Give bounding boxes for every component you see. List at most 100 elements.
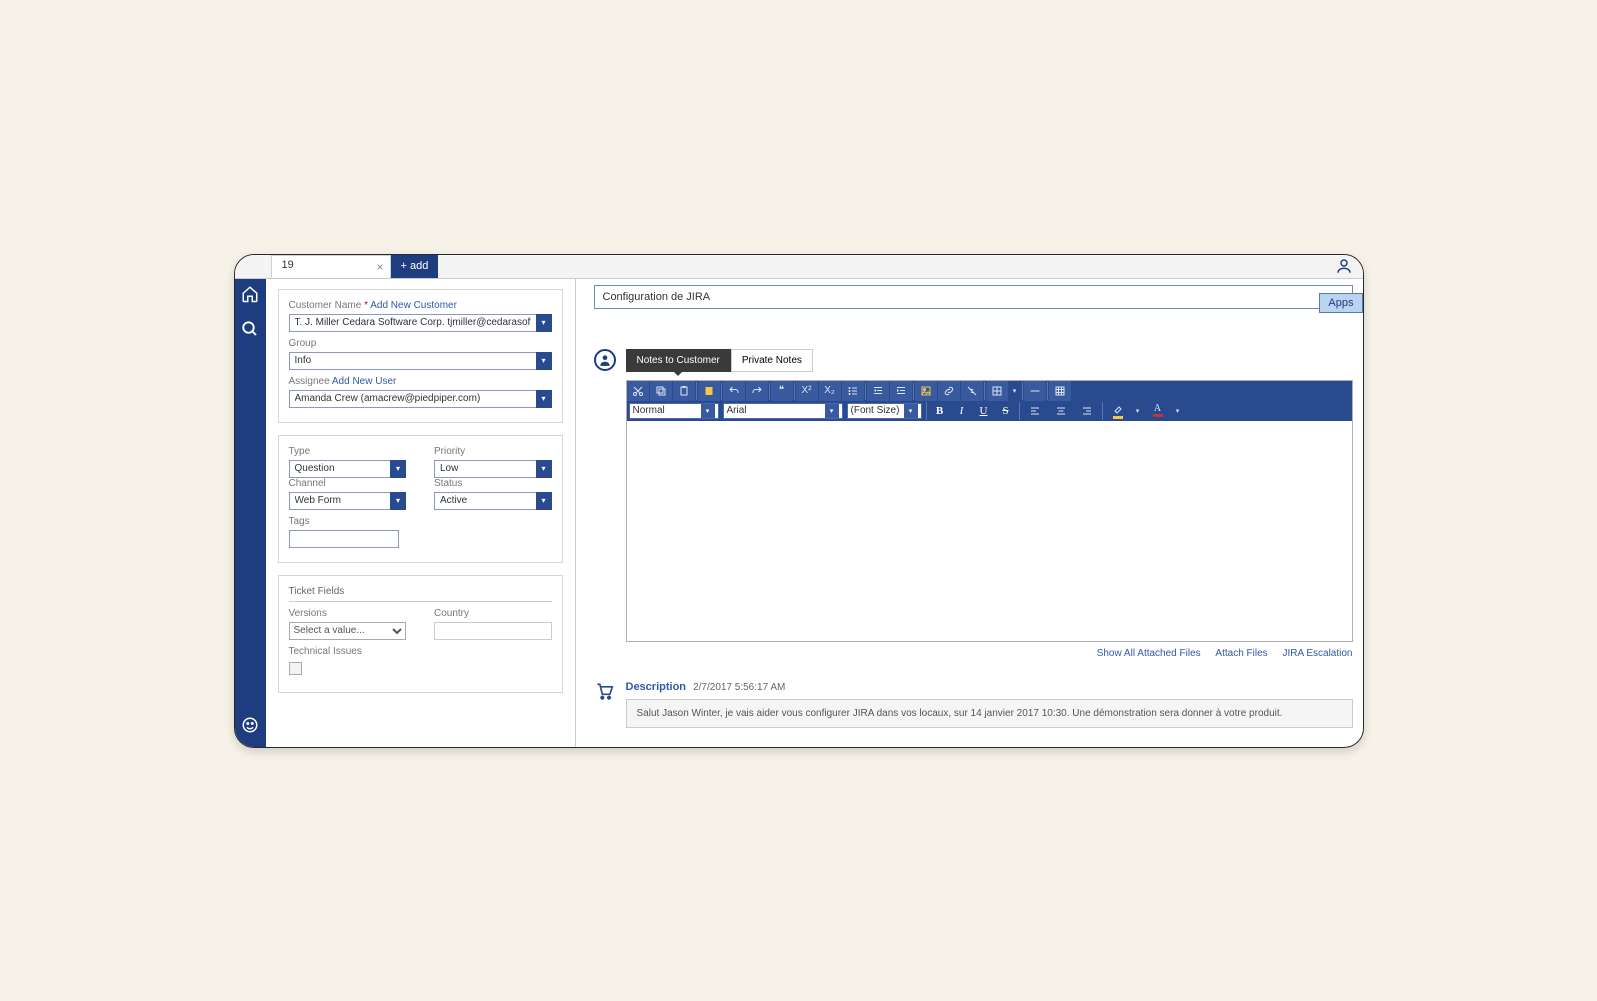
paste-word-icon[interactable]: [698, 381, 720, 401]
align-center-icon[interactable]: [1050, 401, 1072, 421]
chevron-down-icon[interactable]: ▾: [536, 352, 552, 370]
hr-icon[interactable]: [1024, 381, 1046, 401]
show-attached-files-link[interactable]: Show All Attached Files: [1097, 648, 1201, 659]
technical-issues-label: Technical Issues: [289, 646, 552, 657]
assignee-label: Assignee Add New User: [289, 376, 552, 387]
close-icon[interactable]: ×: [376, 260, 383, 274]
description-title: Description: [626, 681, 687, 693]
chevron-down-icon[interactable]: ▾: [536, 390, 552, 408]
font-family-select[interactable]: Arial ▾: [723, 403, 843, 419]
customer-name-label: Customer Name * Add New Customer: [289, 300, 552, 311]
align-left-icon[interactable]: [1024, 401, 1046, 421]
chevron-down-icon[interactable]: ▾: [536, 492, 552, 510]
ticket-details-panel: Customer Name * Add New Customer ▾ Group…: [266, 279, 576, 747]
country-label: Country: [434, 608, 552, 619]
italic-button[interactable]: I: [953, 402, 971, 420]
home-icon[interactable]: [241, 285, 259, 306]
quote-icon[interactable]: ❝: [771, 381, 793, 401]
underline-button[interactable]: U: [975, 402, 993, 420]
paste-icon[interactable]: [673, 381, 695, 401]
chevron-down-icon[interactable]: ▾: [390, 460, 406, 478]
rich-text-editor: ❝ X² X₂: [626, 380, 1353, 642]
versions-select[interactable]: Select a value...: [289, 622, 407, 640]
background-color-button[interactable]: [1107, 401, 1129, 421]
unlink-icon[interactable]: [961, 381, 983, 401]
search-icon[interactable]: [241, 320, 259, 341]
chevron-down-icon[interactable]: ▾: [536, 314, 552, 332]
superscript-icon[interactable]: X²: [796, 381, 818, 401]
country-input[interactable]: [434, 622, 552, 640]
channel-label: Channel: [289, 478, 407, 489]
group-input[interactable]: [289, 352, 552, 370]
tab-ticket-19[interactable]: 19 ×: [271, 255, 391, 278]
chevron-down-icon[interactable]: ▾: [1133, 401, 1143, 421]
bold-button[interactable]: B: [931, 402, 949, 420]
chevron-down-icon[interactable]: ▾: [1009, 381, 1021, 401]
ticket-content-panel: Apps Notes to Customer Private Notes: [576, 279, 1363, 747]
chevron-down-icon[interactable]: ▾: [390, 492, 406, 510]
font-size-select[interactable]: (Font Size) ▾: [847, 403, 922, 419]
attachment-links: Show All Attached Files Attach Files JIR…: [626, 648, 1353, 659]
customer-name-input[interactable]: [289, 314, 552, 332]
ticket-meta-section: Type ▾ Priority ▾: [278, 435, 563, 563]
priority-select[interactable]: [434, 460, 552, 478]
top-tab-bar: 19 × + add: [235, 255, 1363, 279]
editor-textarea[interactable]: [627, 421, 1352, 641]
user-menu-icon[interactable]: [1335, 257, 1353, 278]
status-select[interactable]: [434, 492, 552, 510]
add-tab-button[interactable]: + add: [391, 255, 439, 278]
redo-icon[interactable]: [746, 381, 768, 401]
jira-escalation-link[interactable]: JIRA Escalation: [1282, 648, 1352, 659]
tab-private-notes[interactable]: Private Notes: [731, 349, 813, 372]
status-label: Status: [434, 478, 552, 489]
tags-input[interactable]: [289, 530, 399, 548]
subject-input[interactable]: [594, 285, 1353, 309]
notes-tabs: Notes to Customer Private Notes: [626, 349, 1353, 372]
paragraph-format-select[interactable]: Normal ▾: [629, 403, 719, 419]
link-icon[interactable]: [938, 381, 960, 401]
avatar-icon: [594, 349, 616, 371]
attach-files-link[interactable]: Attach Files: [1215, 648, 1267, 659]
help-icon[interactable]: [241, 716, 259, 737]
table-icon[interactable]: [986, 381, 1008, 401]
assignee-input[interactable]: [289, 390, 552, 408]
add-new-user-link[interactable]: Add New User: [332, 376, 396, 387]
align-right-icon[interactable]: [1076, 401, 1098, 421]
undo-icon[interactable]: [723, 381, 745, 401]
toolbar-row-1: ❝ X² X₂: [627, 381, 1352, 401]
channel-select[interactable]: [289, 492, 407, 510]
chevron-down-icon[interactable]: ▾: [1173, 401, 1183, 421]
subscript-icon[interactable]: X₂: [819, 381, 841, 401]
strikethrough-button[interactable]: S: [997, 402, 1015, 420]
versions-label: Versions: [289, 608, 407, 619]
tab-notes-customer[interactable]: Notes to Customer: [626, 349, 731, 372]
priority-label: Priority: [434, 446, 552, 457]
add-new-customer-link[interactable]: Add New Customer: [370, 300, 457, 311]
indent-icon[interactable]: [890, 381, 912, 401]
chevron-down-icon[interactable]: ▾: [904, 404, 918, 418]
cart-icon: [594, 681, 626, 728]
customer-section: Customer Name * Add New Customer ▾ Group…: [278, 289, 563, 423]
description-timestamp: 2/7/2017 5:56:17 AM: [693, 682, 785, 693]
ticket-fields-section: Ticket Fields Versions Select a value...…: [278, 575, 563, 693]
copy-icon[interactable]: [650, 381, 672, 401]
cut-icon[interactable]: [627, 381, 649, 401]
text-color-button[interactable]: A: [1147, 401, 1169, 421]
type-select[interactable]: [289, 460, 407, 478]
fullscreen-icon[interactable]: [1049, 381, 1071, 401]
type-label: Type: [289, 446, 407, 457]
chevron-down-icon[interactable]: ▾: [825, 404, 839, 418]
chevron-down-icon[interactable]: ▾: [536, 460, 552, 478]
group-label: Group: [289, 338, 552, 349]
outdent-icon[interactable]: [867, 381, 889, 401]
ticket-fields-header: Ticket Fields: [289, 586, 552, 602]
app-window: 19 × + add Customer Name * A: [234, 254, 1364, 748]
chevron-down-icon[interactable]: ▾: [701, 404, 715, 418]
tags-label: Tags: [289, 516, 552, 527]
technical-issues-checkbox[interactable]: [289, 662, 302, 675]
image-icon[interactable]: [915, 381, 937, 401]
list-ul-icon[interactable]: [842, 381, 864, 401]
description-header: Description 2/7/2017 5:56:17 AM: [626, 681, 1353, 693]
apps-button[interactable]: Apps: [1319, 293, 1362, 313]
description-content: Salut Jason Winter, je vais aider vous c…: [626, 699, 1353, 728]
